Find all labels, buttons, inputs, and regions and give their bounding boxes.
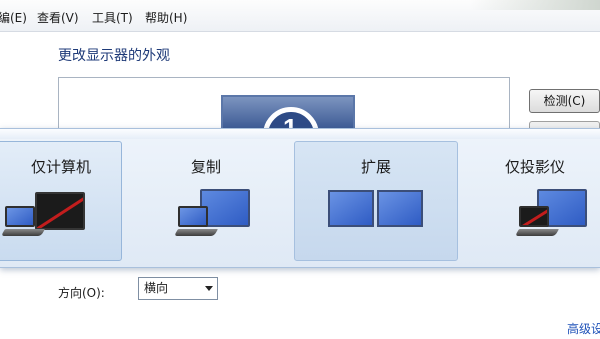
disabled-slash-icon [37,194,83,228]
laptop-base-icon [173,229,219,236]
disabled-laptop-icon [519,206,549,227]
menu-bar: 编(E) 查看(V) 工具(T) 帮助(H) [0,0,600,32]
disabled-slash-icon [521,208,547,225]
option-duplicate[interactable]: 复制 [131,141,281,261]
orientation-label: 方向(O): [58,286,105,300]
orientation-value: 横向 [144,281,169,295]
menu-tools[interactable]: 工具(T) [92,9,133,26]
menu-edit[interactable]: 编(E) [0,9,27,26]
switcher-top-strip [0,129,600,139]
laptop-icon [5,206,35,227]
option-label: 仅计算机 [30,158,91,176]
option-extend[interactable]: 扩展 [294,141,458,261]
menu-view[interactable]: 查看(V) [37,9,79,26]
option-label: 复制 [190,158,221,176]
background-art [470,0,600,10]
menu-help[interactable]: 帮助(H) [145,9,187,26]
disabled-monitor-icon [35,192,85,230]
advanced-settings-link[interactable]: 高级设 [567,320,600,337]
option-computer-only[interactable]: 仅计算机 [0,141,122,261]
projection-switcher: 仅计算机 复制 扩展 仅投影仪 [0,128,600,268]
monitor-right-icon [377,190,423,227]
option-label: 仅投影仪 [504,158,565,176]
option-projector-only[interactable]: 仅投影仪 [468,141,600,261]
laptop-base-icon [0,229,46,236]
orientation-dropdown[interactable]: 横向 [138,277,218,300]
option-label: 扩展 [360,158,391,176]
monitor-left-icon [328,190,374,227]
chevron-down-icon [205,286,213,291]
section-title: 更改显示器的外观 [58,48,170,64]
detect-button[interactable]: 检测(C) [529,89,600,113]
laptop-base-icon [514,229,560,236]
laptop-icon [178,206,208,227]
